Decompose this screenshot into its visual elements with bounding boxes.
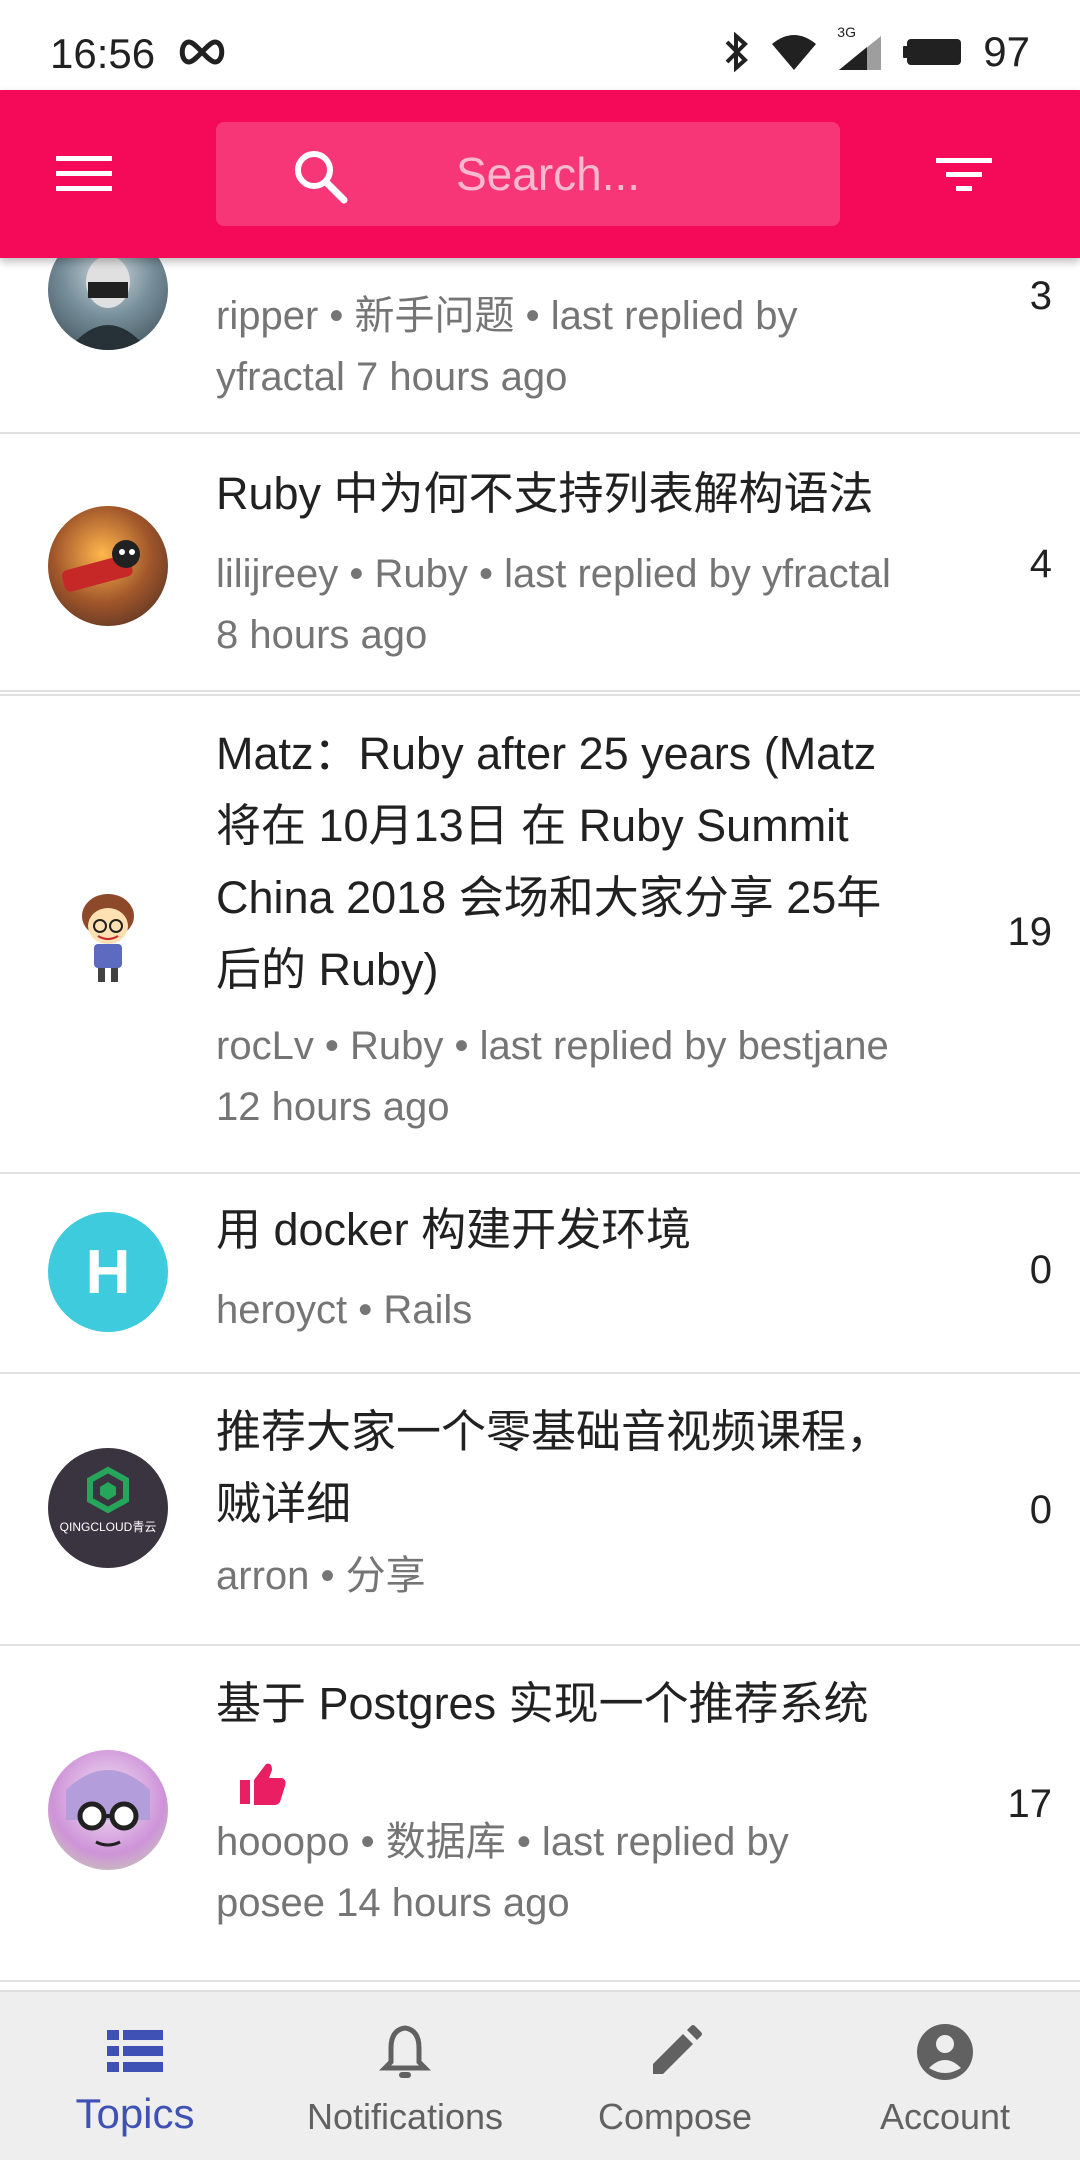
topic-meta-line: arron • 分享	[216, 1554, 426, 1598]
topic-meta-line: ripper • 新手问题 • last replied by	[216, 294, 798, 338]
avatar-image	[68, 258, 148, 350]
topic-meta-line: yfractal 7 hours ago	[216, 355, 568, 399]
bottom-navigation: Topics Notifications Compose Account	[0, 1990, 1080, 2160]
cellular-signal-icon: 3G	[837, 24, 883, 72]
topic-title: 推荐大家一个零基础音视频课程， 贼详细	[216, 1396, 936, 1540]
avatar-image	[61, 540, 140, 592]
bluetooth-icon	[725, 32, 749, 72]
topic-title-line: China 2018 会场和大家分享 25年	[216, 872, 882, 923]
topic-row[interactable]: QINGCLOUD青云 推荐大家一个零基础音视频课程， 贼详细 arron • …	[0, 1374, 1080, 1646]
bell-icon	[378, 2025, 432, 2078]
avatar-image	[82, 894, 134, 982]
thumbs-up-icon	[240, 1763, 286, 1805]
topic-meta: heroyct • Rails	[216, 1280, 936, 1341]
search-input[interactable]	[456, 140, 816, 208]
topic-title-line: 用 docker 构建开发环境	[216, 1204, 692, 1255]
topic-meta: lilijreey • Ruby • last replied by yfrac…	[216, 544, 936, 666]
reply-count: 0	[1029, 1248, 1052, 1292]
reply-count: 17	[1007, 1782, 1053, 1826]
topic-title-line: 推荐大家一个零基础音视频课程，	[216, 1406, 892, 1457]
filter-icon	[936, 158, 992, 191]
search-box[interactable]	[216, 122, 840, 226]
topic-title: Matz：Ruby after 25 years (Matz 将在 10月13日…	[216, 718, 936, 1006]
topic-meta-line: hooopo • 数据库 • last replied by	[216, 1820, 789, 1864]
filter-button[interactable]	[920, 134, 1008, 214]
menu-button[interactable]	[40, 134, 128, 214]
topic-row[interactable]: H 用 docker 构建开发环境 heroyct • Rails 0	[0, 1174, 1080, 1374]
topic-title-line: 将在 10月13日 在 Ruby Summit	[216, 800, 849, 851]
topic-meta: hooopo • 数据库 • last replied by posee 14 …	[216, 1812, 936, 1934]
nav-compose[interactable]: Compose	[540, 1992, 810, 2160]
topic-meta-line: posee 14 hours ago	[216, 1881, 570, 1925]
nav-account[interactable]: Account	[810, 1992, 1080, 2160]
qingcloud-logo	[87, 1466, 129, 1514]
topic-list[interactable]: ripper • 新手问题 • last replied by yfractal…	[0, 258, 1080, 1990]
avatar[interactable]	[48, 258, 168, 350]
pencil-icon	[653, 2025, 702, 2074]
app-bar	[0, 90, 1080, 258]
avatar-logo-text: QINGCLOUD青云	[59, 1520, 157, 1534]
reply-count: 19	[1007, 910, 1053, 954]
topic-meta-line: lilijreey • Ruby • last replied by yfrac…	[216, 552, 891, 596]
search-icon	[295, 151, 348, 204]
battery-percent: 97	[983, 28, 1030, 75]
status-icons: 3G 97	[721, 24, 1030, 76]
list-icon	[107, 2030, 163, 2072]
status-time: 16:56	[50, 30, 156, 77]
topic-title-line: 基于 Postgres 实现一个推荐系统	[216, 1678, 869, 1729]
infinity-icon	[179, 39, 225, 65]
topic-title-line: 贼详细	[216, 1478, 352, 1529]
topic-row[interactable]: 基于 Postgres 实现一个推荐系统 hooopo • 数据库 • last…	[0, 1646, 1080, 1982]
avatar[interactable]	[48, 876, 168, 996]
avatar[interactable]	[48, 1750, 168, 1870]
nav-label: Compose	[597, 2096, 753, 2137]
menu-icon	[56, 156, 112, 191]
topic-title-line: Matz：Ruby after 25 years (Matz	[216, 728, 877, 779]
topic-title: Ruby 中为何不支持列表解构语法	[216, 458, 936, 530]
topic-row[interactable]: Ruby 中为何不支持列表解构语法 lilijreey • Ruby • las…	[0, 434, 1080, 696]
topic-title: 用 docker 构建开发环境	[216, 1194, 936, 1266]
battery-icon	[903, 39, 962, 65]
topic-title-line: 后的 Ruby)	[216, 944, 439, 995]
topic-row[interactable]: ripper • 新手问题 • last replied by yfractal…	[0, 258, 1080, 434]
avatar[interactable]	[48, 506, 168, 626]
nav-notifications[interactable]: Notifications	[270, 1992, 540, 2160]
nav-label: Account	[879, 2096, 1011, 2137]
reply-count: 4	[1029, 542, 1052, 586]
topic-meta-line: rocLv • Ruby • last replied by bestjane	[216, 1024, 889, 1068]
reply-count: 3	[1029, 274, 1052, 318]
nav-label: Notifications	[306, 2096, 504, 2137]
avatar[interactable]: H	[48, 1212, 168, 1332]
topic-meta-line: 12 hours ago	[216, 1085, 450, 1129]
reply-count: 0	[1029, 1488, 1052, 1532]
account-circle-icon	[917, 2024, 973, 2080]
avatar[interactable]: QINGCLOUD青云	[48, 1448, 168, 1568]
nav-label: Topics	[75, 2090, 195, 2137]
avatar-letter: H	[85, 1237, 131, 1307]
topic-row[interactable]: Matz：Ruby after 25 years (Matz 将在 10月13日…	[0, 696, 1080, 1174]
topic-meta-line: 8 hours ago	[216, 613, 428, 657]
topic-meta-line: heroyct • Rails	[216, 1288, 473, 1332]
topic-meta: ripper • 新手问题 • last replied by yfractal…	[216, 286, 936, 408]
avatar-image	[66, 1770, 150, 1847]
network-type-label: 3G	[837, 24, 856, 40]
topic-meta: rocLv • Ruby • last replied by bestjane …	[216, 1016, 936, 1138]
topic-meta: arron • 分享	[216, 1546, 936, 1607]
topic-title: 基于 Postgres 实现一个推荐系统	[216, 1668, 936, 1740]
topic-title-line: Ruby 中为何不支持列表解构语法	[216, 468, 874, 519]
nav-topics[interactable]: Topics	[0, 1992, 270, 2160]
wifi-icon	[772, 35, 817, 70]
status-bar: 16:56 3G 97	[0, 0, 1080, 90]
